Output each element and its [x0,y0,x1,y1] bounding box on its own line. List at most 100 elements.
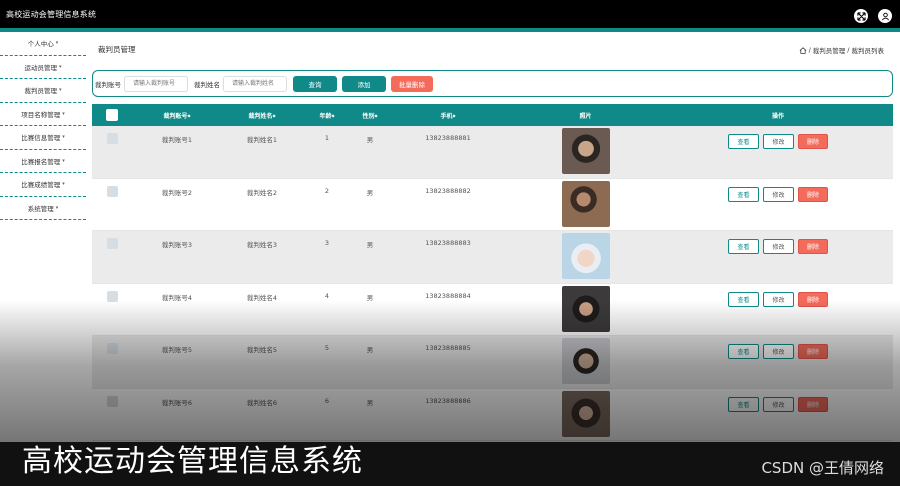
cell-age: 1 [324,134,330,142]
cell-age: 4 [324,291,330,300]
sort-icon: ◆ [331,112,335,118]
cell-name: 裁判姓名5 [246,346,278,354]
delete-button[interactable]: 删除 [798,396,828,412]
sidebar-item-results[interactable]: 比赛成绩管理 ▾ [0,173,86,197]
edit-button[interactable]: 修改 [763,186,794,202]
sidebar-item-match-info[interactable]: 比赛信息管理 ▾ [0,126,86,150]
name-search-input[interactable] [223,75,287,92]
row-checkbox[interactable] [106,238,118,249]
row-checkbox[interactable] [106,290,118,302]
sidebar-item-label: 裁判员管理 [24,87,57,96]
sidebar-item-events[interactable]: 项目名称管理 ▾ [0,103,86,126]
breadcrumb-sep: / [847,46,850,54]
delete-button[interactable]: 删除 [798,134,828,149]
name-label: 裁判姓名 [194,80,220,89]
cell-name: 裁判姓名4 [246,293,278,302]
cell-phone: 13823888885 [425,344,471,352]
select-all-checkbox[interactable] [106,109,118,121]
delete-button[interactable]: 删除 [798,291,828,307]
breadcrumb-item-referees[interactable]: 裁判员管理 [813,45,846,55]
sidebar-item-athletes[interactable]: 运动员管理 ▾ [0,56,86,79]
chevron-down-icon: ▾ [55,204,59,211]
cell-phone: 13823888881 [425,134,471,142]
account-label: 裁判账号 [95,80,121,89]
cell-photo [508,126,663,174]
row-select-cell [92,389,132,407]
table-row: 裁判账号6 裁判姓名6 6 男 13823888886 查看 修改 删除 [92,388,893,441]
delete-button[interactable]: 删除 [798,186,828,202]
referee-photo [561,390,610,437]
table-row: 裁判账号2 裁判姓名2 2 男 13823888882 查看 修改 删除 [92,178,893,231]
sidebar-item-system[interactable]: 系统管理 ▾ [0,197,86,220]
cell-account: 裁判账号3 [161,241,193,249]
row-checkbox[interactable] [106,133,118,144]
row-checkbox[interactable] [106,395,118,407]
cell-gender: 男 [366,398,374,407]
header-accent-strip [0,28,900,32]
table-row: 裁判账号3 裁判姓名3 3 男 13823888883 查看 修改 删除 [92,231,893,284]
referee-photo [561,233,610,279]
edit-button[interactable]: 修改 [763,291,794,307]
referee-photo [561,285,610,332]
edit-button[interactable]: 修改 [763,134,794,149]
cell-actions: 查看 修改 删除 [663,284,893,307]
cell-actions: 查看 修改 删除 [663,179,893,202]
table-body: 裁判账号1 裁判姓名1 1 男 13823888881 查看 修改 删除 裁判账号2 裁判姓名2 2… [92,126,893,441]
table-row: 裁判账号4 裁判姓名4 4 男 13823888884 查看 修改 删除 [92,283,893,336]
header-gender[interactable]: 性别 ◆ [352,111,388,120]
cell-actions: 查看 修改 删除 [663,231,893,254]
cell-actions: 查看 修改 删除 [663,389,893,412]
edit-button[interactable]: 修改 [763,239,794,254]
sidebar-item-registration[interactable]: 比赛报名管理 ▾ [0,150,86,173]
view-button[interactable]: 查看 [728,291,759,307]
header-phone[interactable]: 手机 ◆ [388,111,508,120]
batch-delete-button[interactable]: 批量删除 [391,75,433,92]
cell-age: 5 [324,344,330,352]
header-age[interactable]: 年龄 ◆ [302,111,352,120]
row-select-cell [92,179,132,197]
sidebar-item-label: 运动员管理 [24,63,57,72]
cell-account: 裁判账号6 [161,398,193,407]
row-checkbox[interactable] [106,343,118,354]
view-button[interactable]: 查看 [728,239,759,254]
cell-account: 裁判账号4 [161,293,193,302]
cell-photo [508,231,663,279]
row-checkbox[interactable] [106,185,118,197]
row-select-cell [92,284,132,302]
table-row: 裁判账号5 裁判姓名5 5 男 13823888885 查看 修改 删除 [92,336,893,389]
query-button[interactable]: 查询 [293,75,337,92]
table-row: 裁判账号1 裁判姓名1 1 男 13823888881 查看 修改 删除 [92,126,893,179]
sidebar-item-label: 系统管理 [27,204,54,213]
sidebar-item-personal-center[interactable]: 个人中心 ▾ [0,32,86,56]
view-button[interactable]: 查看 [728,396,759,412]
topbar-icons [854,9,892,23]
sidebar-item-referees[interactable]: 裁判员管理 ▾ [0,79,86,103]
header-account[interactable]: 裁判账号 ◆ [132,111,222,120]
video-caption: 高校运动会管理信息系统 [22,444,363,479]
edit-button[interactable]: 修改 [763,344,794,359]
delete-button[interactable]: 删除 [798,239,828,254]
cell-gender: 男 [366,136,374,144]
app-title: 高校运动会管理信息系统 [6,9,97,19]
add-button[interactable]: 添加 [342,75,386,92]
cell-gender: 男 [366,293,374,302]
delete-button[interactable]: 删除 [798,344,828,359]
row-select-cell [92,126,132,144]
cell-phone: 13823888882 [425,186,471,195]
chevron-down-icon: ▾ [58,87,62,94]
cell-gender: 男 [366,188,374,197]
user-icon[interactable] [878,9,892,23]
fullscreen-icon[interactable] [854,9,868,23]
account-search-input[interactable] [124,75,188,92]
chevron-down-icon: ▾ [55,40,59,47]
referee-table: 裁判账号 ◆ 裁判姓名 ◆ 年龄 ◆ 性别 ◆ 手机 ◆ 照片 操作 裁判账号1 裁判姓名1… [92,104,893,441]
header-name[interactable]: 裁判姓名 ◆ [222,111,302,120]
view-button[interactable]: 查看 [728,186,759,202]
view-button[interactable]: 查看 [728,134,759,149]
header-photo: 照片 [579,112,592,120]
view-button[interactable]: 查看 [728,344,759,359]
cell-photo [508,389,663,437]
sort-icon: ◆ [374,112,378,118]
home-icon[interactable] [799,46,807,54]
edit-button[interactable]: 修改 [763,396,794,412]
